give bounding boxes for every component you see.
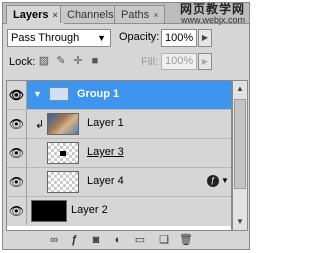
layers-scrollbar[interactable]: ▲ ▼ <box>232 80 248 231</box>
chevron-down-icon: ▼ <box>97 33 106 43</box>
link-icon[interactable]: ∞ <box>47 233 61 247</box>
bottom-toolbar: ∞ ƒ ◙ ◐ ▭ ❏ 🗑 <box>3 231 249 249</box>
blend-mode-value: Pass Through <box>11 32 80 44</box>
watermark-title: 网页教学网 <box>179 2 245 16</box>
layer-row-layer-2[interactable]: 👁 Layer 2 <box>7 197 231 226</box>
eye-icon[interactable]: 👁 <box>7 81 27 109</box>
layer-thumbnail <box>47 142 79 164</box>
trash-icon[interactable]: 🗑 <box>179 233 193 247</box>
layer-row-layer-1[interactable]: 👁 ↲ Layer 1 <box>7 110 231 139</box>
new-layer-icon[interactable]: ❏ <box>157 233 171 247</box>
lock-all-icon[interactable]: ■ <box>89 55 101 67</box>
tab-layers[interactable]: Layers × <box>6 5 65 24</box>
eye-icon[interactable]: 👁 <box>7 110 27 138</box>
eye-icon[interactable]: 👁 <box>7 168 27 196</box>
lock-image-icon[interactable]: ✎ <box>55 55 67 67</box>
mask-icon[interactable]: ◙ <box>89 233 103 247</box>
layer-row-layer-3[interactable]: 👁 Layer 3 <box>7 139 231 168</box>
tab-bar: Layers × Channels Paths × 网页教学网 www.webjx.… <box>3 2 249 26</box>
folder-icon <box>49 87 69 101</box>
lock-transparency-icon[interactable]: ▨ <box>38 55 50 67</box>
watermark: 网页教学网 www.webjx.com <box>179 2 245 26</box>
opacity-slider-button[interactable]: ▶ <box>198 29 212 47</box>
fill-input[interactable]: 100% <box>161 53 197 70</box>
shape-mark <box>60 151 66 156</box>
opacity-label: Opacity: <box>119 31 160 43</box>
fill-slider-button[interactable]: ▶ <box>198 53 212 70</box>
layers-list: 👁 ▼ Group 1 👁 ↲ Layer 1 👁 Layer 3 👁 Laye… <box>6 80 232 231</box>
fx-icon[interactable]: ƒ <box>67 233 81 247</box>
eye-icon[interactable]: 👁 <box>7 197 27 225</box>
layer-row-layer-4[interactable]: 👁 Layer 4 ƒ ▼ <box>7 168 231 197</box>
close-icon[interactable]: × <box>52 10 57 20</box>
expand-arrow-icon[interactable]: ▼ <box>221 176 229 185</box>
scroll-down-icon[interactable]: ▼ <box>233 215 247 229</box>
tab-paths[interactable]: Paths × <box>114 5 166 23</box>
expand-arrow-icon[interactable]: ▼ <box>33 89 42 99</box>
lock-label: Lock: <box>9 56 36 68</box>
tab-paths-label: Paths <box>121 9 150 21</box>
layer-row-group-1[interactable]: 👁 ▼ Group 1 <box>7 81 231 110</box>
eye-icon[interactable]: 👁 <box>7 139 27 167</box>
fx-icon[interactable]: ƒ <box>207 175 219 187</box>
folder-icon[interactable]: ▭ <box>133 233 147 247</box>
opacity-input[interactable]: 100% <box>161 29 197 47</box>
fill-label: Fill: <box>141 56 159 68</box>
layer-name[interactable]: Layer 3 <box>87 146 124 158</box>
blend-mode-select[interactable]: Pass Through ▼ <box>7 29 111 47</box>
layer-thumbnail <box>47 171 79 193</box>
layers-panel: Layers × Channels Paths × 网页教学网 www.webjx.… <box>2 2 250 250</box>
layer-name[interactable]: Layer 4 <box>87 175 124 187</box>
tab-layers-label: Layers <box>13 9 49 21</box>
scroll-up-icon[interactable]: ▲ <box>233 82 247 96</box>
clipping-arrow-icon: ↲ <box>35 119 45 131</box>
watermark-url: www.webjx.com <box>180 15 245 25</box>
layer-thumbnail <box>31 200 67 222</box>
tab-channels[interactable]: Channels <box>60 5 121 23</box>
tab-channels-label: Channels <box>67 9 114 21</box>
layer-name[interactable]: Layer 2 <box>71 204 108 216</box>
lock-position-icon[interactable]: ✛ <box>72 55 84 67</box>
close-icon[interactable]: × <box>153 10 158 20</box>
scrollbar-thumb[interactable] <box>234 99 246 189</box>
layer-thumbnail <box>47 113 79 135</box>
adjustment-icon[interactable]: ◐ <box>111 233 125 247</box>
layer-name[interactable]: Layer 1 <box>87 117 124 129</box>
layer-name[interactable]: Group 1 <box>77 88 119 100</box>
